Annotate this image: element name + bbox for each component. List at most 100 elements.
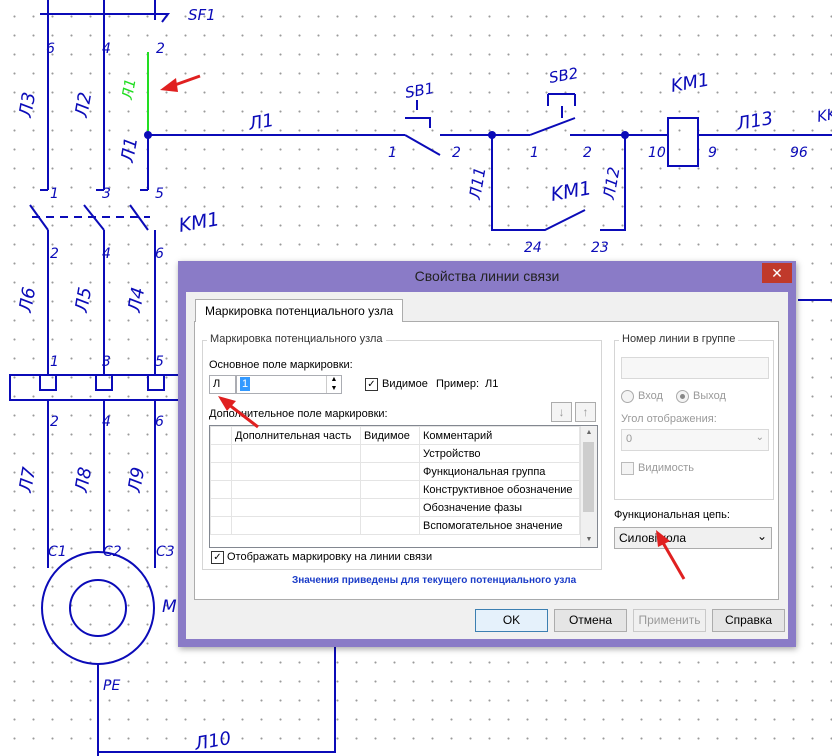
schematic-label-sb2-2: 2 <box>583 145 592 161</box>
visibility-label: Видимость <box>638 462 694 474</box>
cancel-button[interactable]: Отмена <box>554 609 627 632</box>
visible-checkbox[interactable]: ✓ <box>365 378 378 391</box>
visibility-checkbox[interactable] <box>621 462 634 475</box>
dialog-client: Маркировка потенциального узла Маркировк… <box>186 292 788 639</box>
move-down-icon[interactable]: ↓ <box>551 402 572 422</box>
main-field-label: Основное поле маркировки: <box>209 359 353 371</box>
number-value: 1 <box>240 377 251 391</box>
table-header-row: Дополнительная часть Видимое Комментарий <box>210 426 580 445</box>
func-chain-value: Силові кола <box>619 531 687 545</box>
schematic-label-n4-b: 4 <box>102 246 111 262</box>
scrollbar-thumb[interactable] <box>583 442 594 512</box>
table-cell <box>231 462 361 481</box>
show-marking-checkbox[interactable]: ✓ <box>211 551 224 564</box>
table-cell: Обозначение фазы <box>419 498 580 517</box>
prefix-input[interactable]: Л <box>209 375 236 394</box>
schematic-label-l11: Л11 <box>465 165 490 201</box>
table-cell <box>231 498 361 517</box>
table-row[interactable]: Вспомогательное значение <box>210 516 580 535</box>
table-scrollbar[interactable]: ▲ ▼ <box>580 426 597 547</box>
angle-value: 0 <box>626 433 633 445</box>
header-cell: Видимое <box>360 426 420 445</box>
schematic-label-n2-top: 2 <box>156 41 165 57</box>
schematic-label-l2: Л2 <box>71 91 96 120</box>
schematic-label-km1-top: KM1 <box>669 70 711 97</box>
dialog-titlebar[interactable]: Свойства линии связи ✕ <box>178 261 796 291</box>
schematic-label-n5-a: 5 <box>155 186 164 202</box>
schematic-label-n6-b: 6 <box>155 246 164 262</box>
example-value: Л1 <box>485 378 499 390</box>
schematic-label-l8: Л8 <box>71 466 96 495</box>
schematic-label-l12: Л12 <box>599 165 624 201</box>
schematic-label-sb1-1: 1 <box>388 145 397 161</box>
angle-label: Угол отображения: <box>621 413 717 425</box>
line-number-group-title: Номер линии в группе <box>619 333 739 345</box>
extra-fields-table[interactable]: Дополнительная часть Видимое Комментарий… <box>209 425 598 548</box>
table-cell: Вспомогательное значение <box>419 516 580 535</box>
schematic-label-sf1: SF1 <box>188 6 216 24</box>
header-cell <box>210 426 232 445</box>
table-cell <box>231 516 361 535</box>
table-cell <box>231 444 361 463</box>
schematic-label-l1-wire: Л1 <box>246 110 275 135</box>
scroll-down-icon[interactable]: ▼ <box>581 533 597 547</box>
schematic-label-n4-d: 4 <box>102 414 111 430</box>
radio-in[interactable] <box>621 390 634 403</box>
table-cell <box>231 480 361 499</box>
schematic-label-sb2: SB2 <box>548 64 580 87</box>
extra-field-label: Дополнительное поле маркировки: <box>209 408 388 420</box>
table-row[interactable]: Обозначение фазы <box>210 498 580 517</box>
table-cell <box>360 462 420 481</box>
spin-up-icon[interactable]: ▲ <box>326 376 341 384</box>
schematic-label-l1-green: Л1 <box>118 77 140 102</box>
table-cell: Конструктивное обозначение <box>419 480 580 499</box>
schematic-label-l13: Л13 <box>734 108 775 135</box>
table-row[interactable]: Конструктивное обозначение <box>210 480 580 499</box>
line-number-input[interactable] <box>621 357 769 379</box>
schematic-label-km1-mid: KM1 <box>177 208 221 237</box>
schematic-label-l6: Л6 <box>15 286 40 315</box>
schematic-label-c3: C3 <box>156 544 175 560</box>
schematic-label-sb2-1: 1 <box>530 145 539 161</box>
angle-select[interactable]: 0 ⌄ <box>621 429 769 451</box>
table-row[interactable]: Функциональная группа <box>210 462 580 481</box>
schematic-label-c24: 24 <box>524 240 542 256</box>
schematic-label-kk-96: 96 <box>790 145 808 161</box>
schematic-label-n3-a: 3 <box>102 186 111 202</box>
schematic-label-n2-d: 2 <box>50 414 59 430</box>
scroll-up-icon[interactable]: ▲ <box>581 426 597 440</box>
tab-potential-node-marking[interactable]: Маркировка потенциального узла <box>195 299 404 322</box>
radio-in-label: Вход <box>638 390 663 402</box>
schematic-label-c2: C2 <box>103 544 122 560</box>
schematic-label-c1: C1 <box>48 544 67 560</box>
table-cell <box>210 444 232 463</box>
dialog-title: Свойства линии связи <box>414 268 560 284</box>
help-button[interactable]: Справка <box>712 609 785 632</box>
schematic-label-sb1-2: 2 <box>452 145 461 161</box>
chevron-down-icon: ⌄ <box>755 432 764 443</box>
header-cell: Комментарий <box>419 426 580 445</box>
schematic-label-n6-d: 6 <box>155 414 164 430</box>
schematic-label-km-9: 9 <box>708 145 717 161</box>
header-cell: Дополнительная часть <box>231 426 361 445</box>
tab-panel: Маркировка потенциального узла Основное … <box>194 321 779 600</box>
example-label: Пример: <box>436 378 480 390</box>
schematic-label-l7: Л7 <box>15 465 40 495</box>
radio-out[interactable] <box>676 390 689 403</box>
table-cell <box>360 516 420 535</box>
table-row[interactable]: Устройство <box>210 444 580 463</box>
schematic-label-l4: Л4 <box>124 286 149 315</box>
ok-button[interactable]: OK <box>475 609 548 632</box>
move-up-icon[interactable]: ↑ <box>575 402 596 422</box>
number-spinner[interactable]: 1 ▲ ▼ <box>236 375 342 394</box>
close-button[interactable]: ✕ <box>762 263 792 283</box>
apply-button[interactable]: Применить <box>633 609 706 632</box>
schematic-label-c23: 23 <box>591 240 609 256</box>
func-chain-select[interactable]: Силові кола ⌄ <box>614 527 772 549</box>
spin-down-icon[interactable]: ▼ <box>326 384 341 393</box>
schematic-label-l9: Л9 <box>124 466 149 495</box>
schematic-label-n1-c: 1 <box>50 354 59 370</box>
func-chain-label: Функциональная цепь: <box>614 509 730 521</box>
radio-out-label: Выход <box>693 390 726 402</box>
schematic-label-l1-vert: Л1 <box>117 136 142 165</box>
